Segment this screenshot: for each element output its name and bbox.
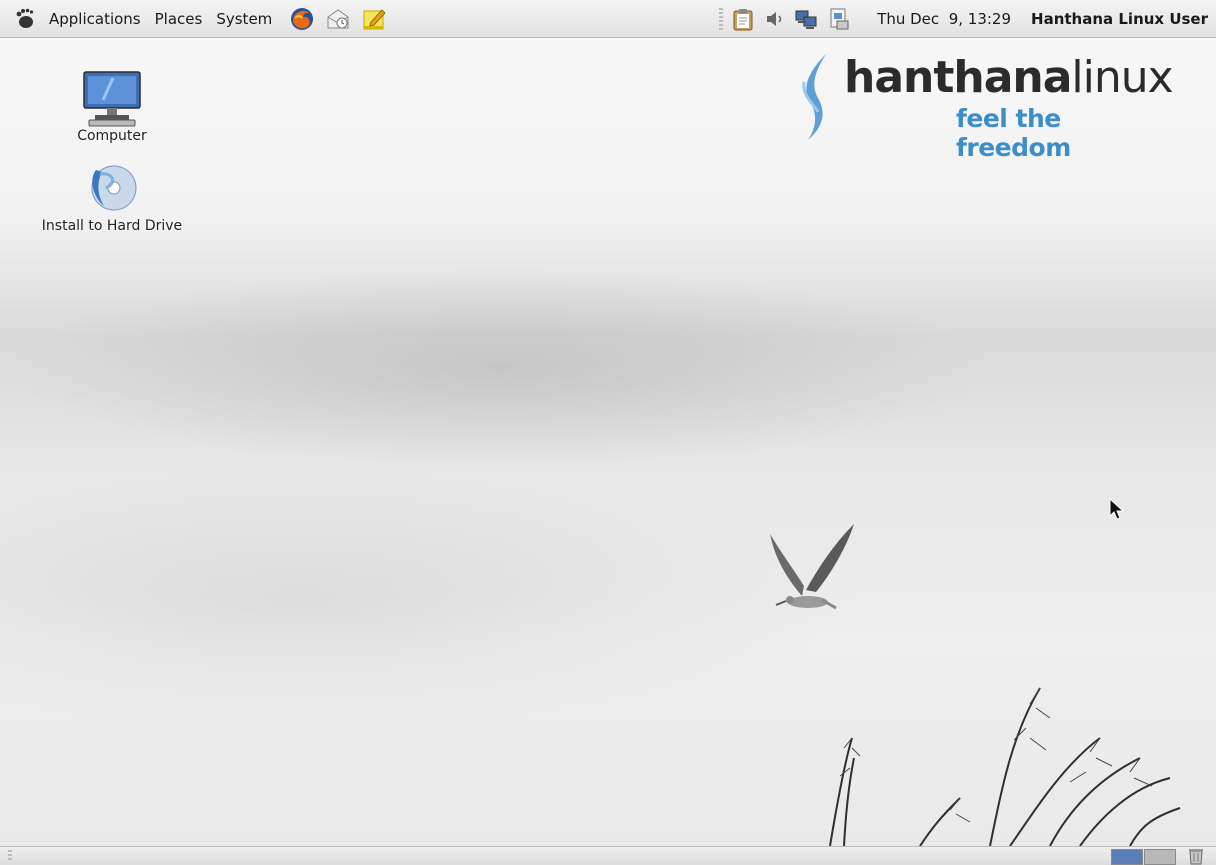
updates-icon[interactable] [827, 7, 851, 31]
workspace-2[interactable] [1144, 849, 1176, 865]
desktop-icon-label: Install to Hard Drive [41, 218, 183, 234]
install-disc-icon [77, 148, 147, 218]
evolution-mail-icon[interactable] [325, 6, 351, 32]
logo-wordmark: hanthanalinux [844, 52, 1174, 103]
firefox-icon[interactable] [289, 6, 315, 32]
trash-icon[interactable] [1186, 847, 1206, 865]
network-icon[interactable] [795, 7, 819, 31]
user-switcher[interactable]: Hanthana Linux User [1031, 10, 1208, 28]
clock[interactable]: Thu Dec 9, 13:29 [877, 10, 1011, 28]
computer-icon [77, 58, 147, 128]
desktop-icon-install[interactable]: Install to Hard Drive [22, 148, 202, 234]
gnome-foot-icon[interactable] [12, 6, 38, 32]
panel-right-area: Thu Dec 9, 13:29 Hanthana Linux User [719, 0, 1216, 37]
top-panel: Applications Places System Thu Dec 9, 13… [0, 0, 1216, 38]
panel-handle[interactable] [719, 7, 724, 30]
notes-icon[interactable] [361, 6, 387, 32]
bottom-panel [0, 846, 1216, 865]
desktop-icon-label: Computer [77, 128, 147, 144]
panel-handle[interactable] [8, 850, 12, 862]
seagull-wallpaper-graphic [770, 524, 854, 610]
menu-system[interactable]: System [213, 8, 275, 30]
desktop-icon-computer[interactable]: Computer [22, 58, 202, 144]
workspace-1[interactable] [1111, 849, 1143, 865]
volume-icon[interactable] [763, 7, 787, 31]
hanthana-swirl-icon [802, 54, 826, 140]
desktop-background[interactable]: Computer Install to Hard Drive hanthanal… [0, 38, 1216, 846]
mouse-pointer-icon [1109, 498, 1125, 520]
hanthana-logo: hanthanalinux feel the freedom [796, 52, 1174, 162]
logo-tagline: feel the freedom [956, 104, 1071, 162]
reeds-wallpaper-graphic [829, 687, 1181, 846]
clipboard-icon[interactable] [731, 7, 755, 31]
menu-places[interactable]: Places [152, 8, 206, 30]
menu-applications[interactable]: Applications [46, 8, 144, 30]
